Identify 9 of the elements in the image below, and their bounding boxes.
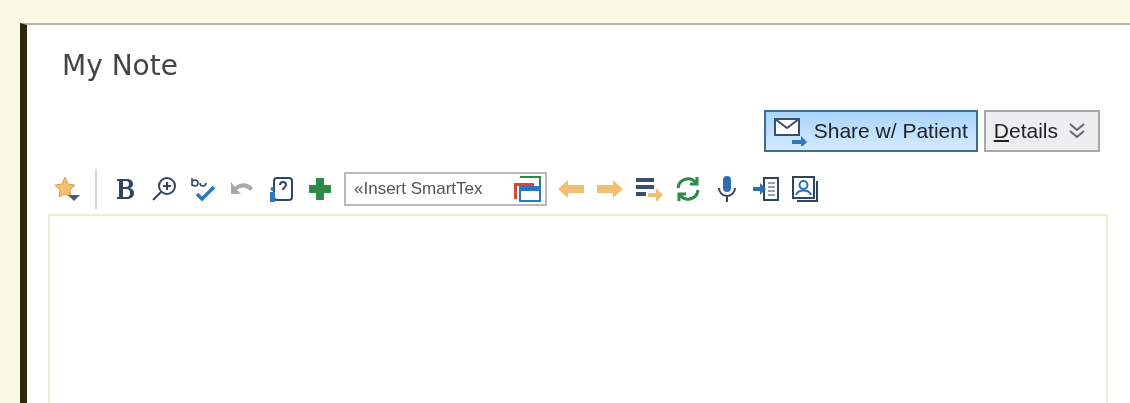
details-button[interactable]: Details [983,110,1100,152]
smarttext-box[interactable]: «Insert SmartTex [344,172,547,206]
note-title: My Note [62,49,179,82]
favorite-star-icon[interactable] [52,174,82,204]
windows-icon[interactable] [512,175,542,203]
envelope-arrow-icon [773,116,808,146]
import-icon[interactable] [751,174,781,204]
contact-card-icon[interactable] [790,174,820,204]
share-button[interactable]: Share w/ Patient [763,110,978,152]
